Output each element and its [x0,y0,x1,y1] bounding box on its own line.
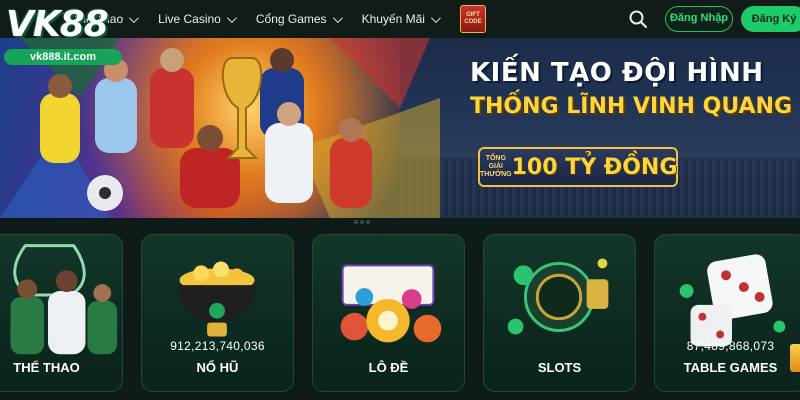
main-nav: Thể Thao Live Casino Cổng Games Khuyến M… [72,0,486,38]
category-label: LÔ ĐỀ [368,360,409,375]
gift-code-line1: GIFT [466,12,480,18]
category-label: SLOTS [537,360,582,375]
category-grid: THỂ THAO 912,213,740,036 NỔ HŨ LÔ ĐỀ SLO… [0,234,800,400]
category-card-slots[interactable]: SLOTS [483,234,636,392]
slot-machine-icon [507,258,609,335]
logo-domain: vk888.it.com [4,49,122,65]
nav-item-promotions[interactable]: Khuyến Mãi [361,12,441,26]
nav-item-label: Khuyến Mãi [361,12,425,26]
carousel-dot[interactable] [366,220,370,224]
carousel-dots [354,220,370,224]
jackpot-counter: 912,213,740,036 [170,339,265,353]
logo-mark: VK88 [6,4,109,45]
page: Thể Thao Live Casino Cổng Games Khuyến M… [0,0,800,400]
chevron-down-icon [226,12,237,23]
chevron-down-icon [332,12,343,23]
category-card-sports[interactable]: THỂ THAO [0,234,123,392]
category-label: TABLE GAMES [683,360,778,375]
banner-headline: KIẾN TẠO ĐỘI HÌNH [470,58,764,88]
banner-headline-group: KIẾN TẠO ĐỘI HÌNH THỐNG LĨNH VINH QUANG [470,58,793,119]
category-label: THỂ THAO [13,360,80,375]
category-label: NỔ HŨ [196,360,239,375]
nav-item-live-casino[interactable]: Live Casino [158,12,237,26]
dice-icon [679,254,786,347]
pot-of-gold-icon [177,261,257,337]
login-button[interactable]: Đăng Nhập [665,6,733,32]
table-games-counter: 87,489,868,073 [686,339,775,353]
nav-item-label: Live Casino [158,12,221,26]
banner-subheadline: THỐNG LĨNH VINH QUANG [470,94,793,119]
bingo-balls-icon [340,264,442,343]
category-card-jackpot[interactable]: 912,213,740,036 NỔ HŨ [141,234,294,392]
chevron-down-icon [129,12,140,23]
register-button[interactable]: Đăng Ký [741,6,800,32]
prize-box: TỔNG GIẢI THƯỞNG 100 TỶ ĐỒNG [478,147,678,187]
floating-badge[interactable] [790,344,800,372]
carousel-dot[interactable] [354,220,358,224]
prize-caption: TỔNG GIẢI THƯỞNG [480,155,512,178]
category-card-lottery[interactable]: LÔ ĐỀ [312,234,465,392]
nav-item-game-portal[interactable]: Cổng Games [255,12,343,26]
category-card-table-games[interactable]: 87,489,868,073 TABLE GAMES [654,234,800,392]
nav-item-label: Cổng Games [255,12,327,26]
brand-logo[interactable]: VK88 vk888.it.com [0,0,130,70]
prize-amount: 100 TỶ ĐỒNG [511,154,678,180]
search-icon[interactable] [628,9,648,29]
gift-code-button[interactable]: GIFT CODE [459,5,486,33]
sports-players-art [10,244,118,355]
carousel-dot[interactable] [360,220,364,224]
gift-code-line2: CODE [464,19,482,25]
chevron-down-icon [430,12,441,23]
